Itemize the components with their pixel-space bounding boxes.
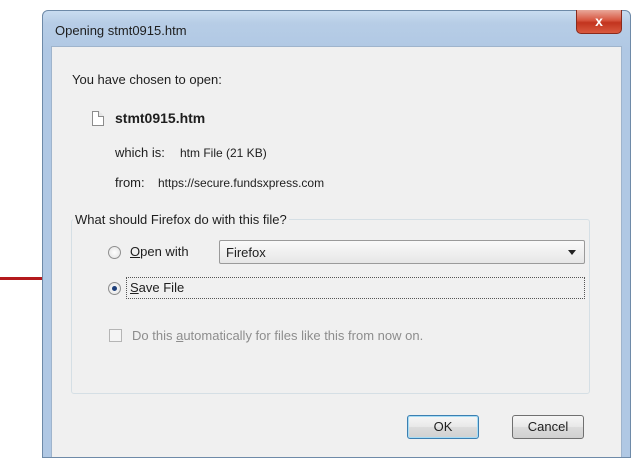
auto-action-label-end: utomatically for files like this from no… [183,328,424,343]
ok-button[interactable]: OK [407,415,479,439]
save-file-accelerator: S [130,280,139,295]
save-file-radio[interactable] [108,282,121,295]
close-button[interactable]: x [576,10,622,34]
save-file-focus-outline[interactable] [126,277,585,299]
download-dialog: Opening stmt0915.htm x You have chosen t… [42,10,631,458]
open-with-label[interactable]: Open with [130,244,189,259]
file-type-label: which is: [115,145,165,160]
application-select-value: Firefox [226,245,266,260]
close-icon: x [595,13,603,29]
cancel-button[interactable]: Cancel [512,415,584,439]
action-group-legend: What should Firefox do with this file? [73,212,289,227]
dialog-body: You have chosen to open: stmt0915.htm wh… [51,46,622,457]
save-file-label-text: ave File [138,280,185,295]
file-type-value: htm File (21 KB) [180,146,267,160]
application-select[interactable]: Firefox [219,240,585,264]
open-with-label-text: pen with [140,244,189,259]
file-source-value: https://secure.fundsxpress.com [158,176,325,190]
auto-action-label-start: Do this [132,328,177,343]
chevron-down-icon[interactable] [568,250,576,255]
open-with-radio[interactable] [108,246,121,259]
file-icon [92,111,104,126]
intro-text: You have chosen to open: [72,72,222,87]
window-title: Opening stmt0915.htm [55,23,187,38]
file-source-label: from: [115,175,145,190]
file-name: stmt0915.htm [115,110,206,126]
open-with-accelerator: O [130,244,141,259]
auto-action-label[interactable]: Do this automatically for files like thi… [132,328,423,343]
save-file-label[interactable]: Save File [130,280,184,295]
auto-action-checkbox[interactable] [109,329,122,342]
